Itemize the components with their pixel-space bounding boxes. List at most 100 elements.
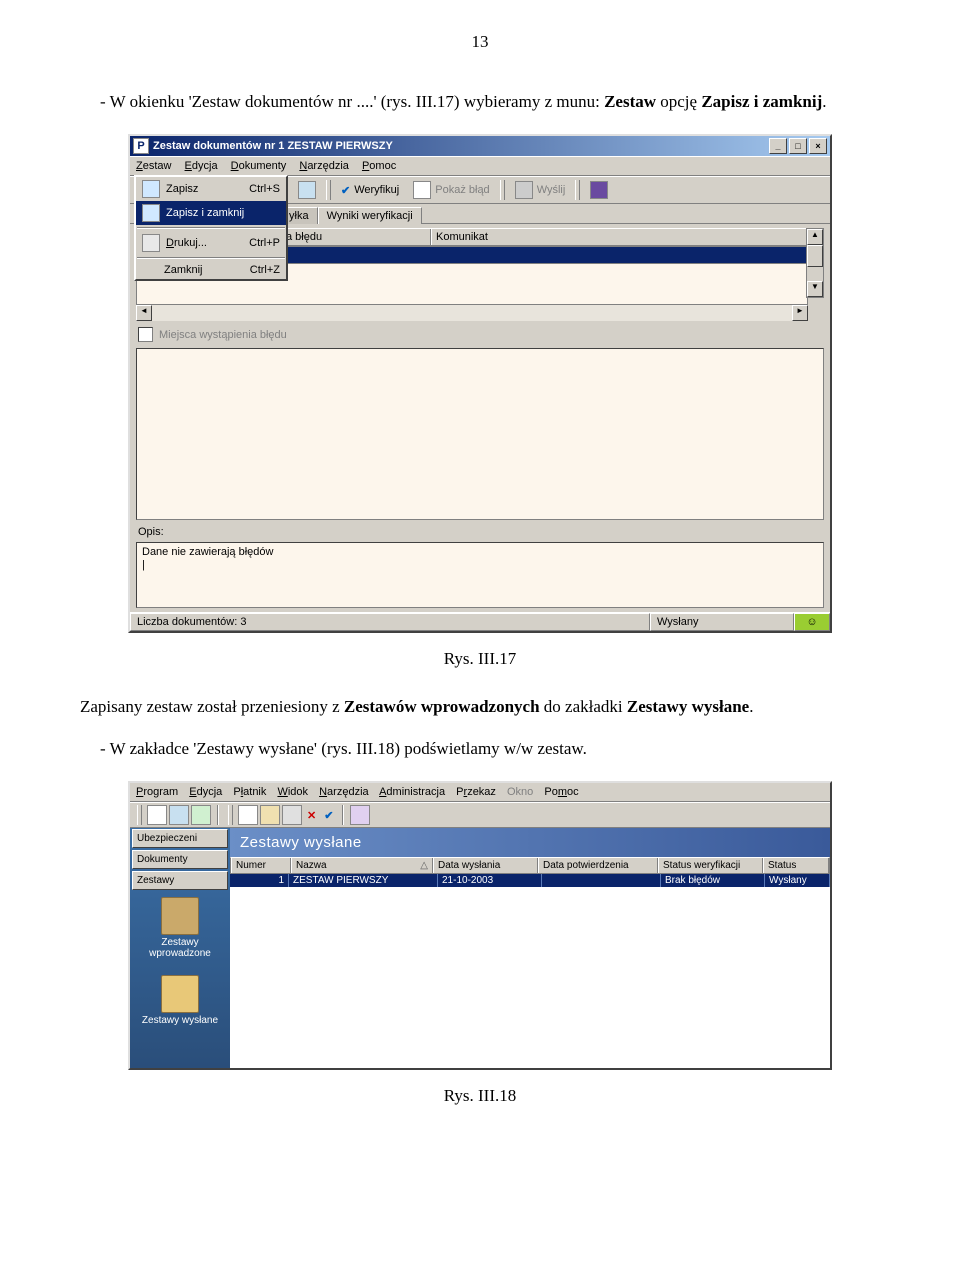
print-toolbar-button[interactable] — [291, 178, 323, 202]
menu2-widok[interactable]: Widok — [277, 786, 308, 798]
sidebar-ubezpieczeni[interactable]: Ubezpieczeni — [132, 829, 228, 848]
menu-item-drukuj[interactable]: Drukuj... Ctrl+P — [136, 231, 286, 255]
menu2-administracja[interactable]: Administracja — [379, 786, 445, 798]
menu-item-zamknij[interactable]: Zamknij Ctrl+Z — [136, 261, 286, 279]
show-error-label: Pokaż błąd — [435, 184, 489, 196]
menu-narzedzia[interactable]: Narzędzia — [299, 160, 349, 172]
figure-caption-1: Rys. III.17 — [80, 649, 880, 669]
menu2-okno[interactable]: Okno — [507, 786, 533, 798]
col-message[interactable]: Komunikat — [431, 229, 823, 245]
zestaw-dropdown: Zapisz Ctrl+S Zapisz i zamknij Drukuj...… — [134, 175, 288, 281]
sidebar-zestawy[interactable]: Zestawy — [132, 871, 228, 890]
menu2-edycja[interactable]: Edycja — [189, 786, 222, 798]
sort-asc-icon: △ — [420, 860, 428, 871]
tool-new-icon[interactable] — [147, 805, 167, 825]
menubar: ZZestawestaw Edycja Dokumenty Narzędzia … — [130, 156, 830, 176]
cell-status: Wysłany — [765, 874, 830, 887]
tool-check-icon[interactable]: ✔ — [321, 809, 336, 822]
error-locations-checkbox-row: Miejsca wystąpienia błędu — [130, 323, 830, 346]
statusbar: Liczba dokumentów: 3 Wysłany ☺ — [130, 612, 830, 631]
scroll-right-button[interactable]: ► — [792, 305, 808, 321]
sidebar-item-wprowadzone[interactable]: Zestawy wprowadzone — [130, 891, 230, 969]
show-error-button: Pokaż błąd — [406, 178, 496, 202]
p2-suffix: . — [749, 697, 753, 716]
error-locations-label: Miejsca wystąpienia błędu — [159, 329, 287, 341]
tool-refresh-icon[interactable] — [191, 805, 211, 825]
col-status[interactable]: Status — [763, 858, 829, 873]
error-locations-area — [136, 348, 824, 520]
window-title: Zestaw dokumentów nr 1 ZESTAW PIERWSZY — [153, 140, 393, 152]
verify-label: Weryfikuj — [354, 184, 399, 196]
menu2-program[interactable]: Program — [136, 786, 178, 798]
tool-print-icon[interactable] — [169, 805, 189, 825]
cell-name: ZESTAW PIERWSZY — [289, 874, 438, 887]
minimize-button[interactable]: _ — [769, 138, 787, 154]
mi-save-label: Zapisz — [166, 183, 198, 195]
p2-prefix: Zapisany zestaw został przeniesiony z — [80, 697, 344, 716]
menu-zestaw[interactable]: ZZestawestaw — [136, 160, 171, 172]
cell-status-ver: Brak błędów — [661, 874, 765, 887]
menu2-narzedzia[interactable]: Narzędzia — [319, 786, 369, 798]
menu2-pomoc[interactable]: Pomoc — [544, 786, 578, 798]
send-label: Wyślij — [537, 184, 566, 196]
grid2-body[interactable] — [230, 887, 830, 1068]
save-icon — [142, 180, 160, 198]
col-data-potwierdzenia[interactable]: Data potwierdzenia — [538, 858, 658, 873]
menu-edycja[interactable]: Edycja — [185, 160, 218, 172]
menu-dokumenty[interactable]: Dokumenty — [231, 160, 287, 172]
mi-saveclose-label: Zapisz i zamknij — [166, 207, 244, 219]
content-banner: Zestawy wysłane — [230, 828, 830, 857]
tool-doc-icon[interactable] — [238, 805, 258, 825]
col-error[interactable]: a błędu — [281, 229, 431, 245]
figure-caption-2: Rys. III.18 — [80, 1086, 880, 1106]
folder-out-icon — [161, 975, 199, 1013]
tool-view-icon[interactable] — [282, 805, 302, 825]
scroll-up-button[interactable]: ▲ — [807, 229, 823, 245]
verify-button[interactable]: ✔Weryfikuj — [334, 181, 406, 200]
status-doc-count: Liczba dokumentów: 3 — [130, 613, 650, 631]
tool-delete-icon[interactable]: ✕ — [304, 809, 319, 822]
col-data-wyslania[interactable]: Data wysłania — [433, 858, 538, 873]
menu-item-zapisz-zamknij[interactable]: Zapisz i zamknij — [136, 201, 286, 225]
p1-prefix: - W okienku 'Zestaw dokumentów nr ....' … — [100, 92, 604, 111]
grid2-row-1[interactable]: 1 ZESTAW PIERWSZY 21-10-2003 Brak błędów… — [230, 874, 830, 887]
opis-textarea[interactable]: Dane nie zawierają błędów | — [136, 542, 824, 608]
status-sent: Wysłany — [650, 613, 794, 631]
save-close-icon — [142, 204, 160, 222]
tab-wyniki[interactable]: Wyniki weryfikacji — [318, 207, 422, 224]
col-numer[interactable]: Numer — [231, 858, 291, 873]
error-icon — [413, 181, 431, 199]
menu-pomoc[interactable]: Pomoc — [362, 160, 396, 172]
platnik-window: Program Edycja Płatnik Widok Narzędzia A… — [128, 781, 832, 1070]
toolbar-2: ✕ ✔ — [130, 802, 830, 828]
scroll-down-button[interactable]: ▼ — [807, 281, 823, 297]
mi-print-label: Drukuj... — [166, 237, 207, 249]
opis-label: Opis: — [130, 522, 830, 542]
help-toolbar-button[interactable] — [583, 178, 615, 202]
send-button: Wyślij — [508, 178, 573, 202]
p1-bold2: Zapisz i zamknij — [701, 92, 822, 111]
sidebar-item-wyslane[interactable]: Zestawy wysłane — [130, 969, 230, 1036]
status-smiley-icon: ☺ — [794, 613, 830, 631]
close-button[interactable]: × — [809, 138, 827, 154]
vertical-scrollbar[interactable]: ▲ ▼ — [806, 228, 824, 298]
sidebar: Ubezpieczeni Dokumenty Zestawy Zestawy w… — [130, 828, 230, 1068]
p1-mid: opcję — [656, 92, 701, 111]
menu2-platnik[interactable]: Płatnik — [233, 786, 266, 798]
mi-close-shortcut: Ctrl+Z — [250, 264, 280, 276]
sidebar-dokumenty[interactable]: Dokumenty — [132, 850, 228, 869]
tool-wizard-icon[interactable] — [350, 805, 370, 825]
horizontal-scrollbar[interactable]: ◄ ► — [136, 305, 808, 321]
menu2-przekaz[interactable]: Przekaz — [456, 786, 496, 798]
col-nazwa[interactable]: Nazwa △ — [291, 858, 433, 873]
menubar-2: Program Edycja Płatnik Widok Narzędzia A… — [130, 783, 830, 802]
titlebar[interactable]: P Zestaw dokumentów nr 1 ZESTAW PIERWSZY… — [130, 136, 830, 156]
scroll-left-button[interactable]: ◄ — [136, 305, 152, 321]
cell-date-sent: 21-10-2003 — [438, 874, 542, 887]
maximize-button[interactable]: □ — [789, 138, 807, 154]
col-status-weryfikacji[interactable]: Status weryfikacji — [658, 858, 763, 873]
book-icon — [590, 181, 608, 199]
menu-item-zapisz[interactable]: Zapisz Ctrl+S — [136, 177, 286, 201]
p1-suffix: . — [822, 92, 826, 111]
tool-open-icon[interactable] — [260, 805, 280, 825]
